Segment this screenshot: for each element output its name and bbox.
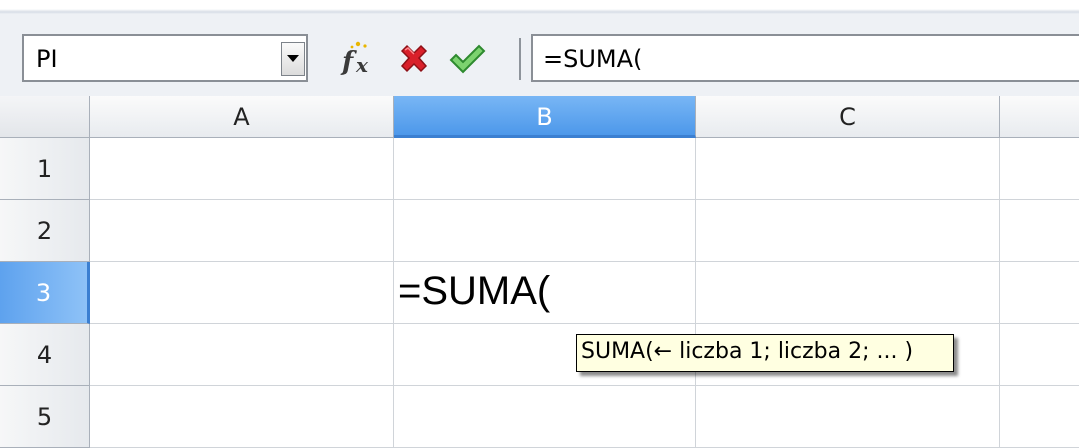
- column-header-d-partial[interactable]: [1000, 96, 1079, 138]
- window-top-edge: [0, 0, 1079, 14]
- cell-a4[interactable]: [90, 324, 394, 386]
- cell-d3[interactable]: [1000, 262, 1079, 324]
- cell-a3[interactable]: [90, 262, 394, 324]
- formula-input-value: =SUMA(: [543, 45, 643, 73]
- cell-b2[interactable]: [394, 200, 696, 262]
- column-header-c[interactable]: C: [696, 96, 1000, 138]
- name-box[interactable]: PI: [22, 34, 308, 82]
- cell-d5[interactable]: [1000, 386, 1079, 448]
- cell-a1[interactable]: [90, 138, 394, 200]
- svg-text:f: f: [340, 47, 357, 77]
- name-box-value: PI: [36, 45, 58, 73]
- row-header-2[interactable]: 2: [0, 200, 90, 262]
- cell-c1[interactable]: [696, 138, 1000, 200]
- row-header-1[interactable]: 1: [0, 138, 90, 200]
- toolbar-separator: [519, 38, 521, 80]
- row-header-4[interactable]: 4: [0, 324, 90, 386]
- column-header-a[interactable]: A: [90, 96, 394, 138]
- cell-c2[interactable]: [696, 200, 1000, 262]
- chevron-down-icon: [287, 55, 299, 62]
- cell-d2[interactable]: [1000, 200, 1079, 262]
- cell-b1[interactable]: [394, 138, 696, 200]
- row-header-5[interactable]: 5: [0, 386, 90, 448]
- row-header-3[interactable]: 3: [0, 262, 90, 324]
- cell-c3[interactable]: [696, 262, 1000, 324]
- cell-edit-text[interactable]: =SUMA(: [398, 269, 550, 314]
- svg-text:x: x: [355, 53, 369, 77]
- column-header-b[interactable]: B: [394, 96, 696, 138]
- cell-a2[interactable]: [90, 200, 394, 262]
- cell-d4[interactable]: [1000, 324, 1079, 386]
- fx-icon[interactable]: f x: [336, 40, 382, 78]
- name-box-dropdown-button[interactable]: [281, 42, 305, 76]
- cancel-x-icon[interactable]: [396, 42, 432, 78]
- function-signature-tooltip: SUMA(← liczba 1; liczba 2; ... ): [576, 334, 954, 372]
- select-all-corner[interactable]: [0, 96, 90, 138]
- formula-input-field[interactable]: =SUMA(: [531, 34, 1079, 82]
- cell-d1[interactable]: [1000, 138, 1079, 200]
- checkmark-icon[interactable]: [448, 42, 486, 78]
- cell-a5[interactable]: [90, 386, 394, 448]
- cell-b5[interactable]: [394, 386, 696, 448]
- formula-toolbar: PI f x =SUMA(: [0, 14, 1079, 97]
- cell-c5[interactable]: [696, 386, 1000, 448]
